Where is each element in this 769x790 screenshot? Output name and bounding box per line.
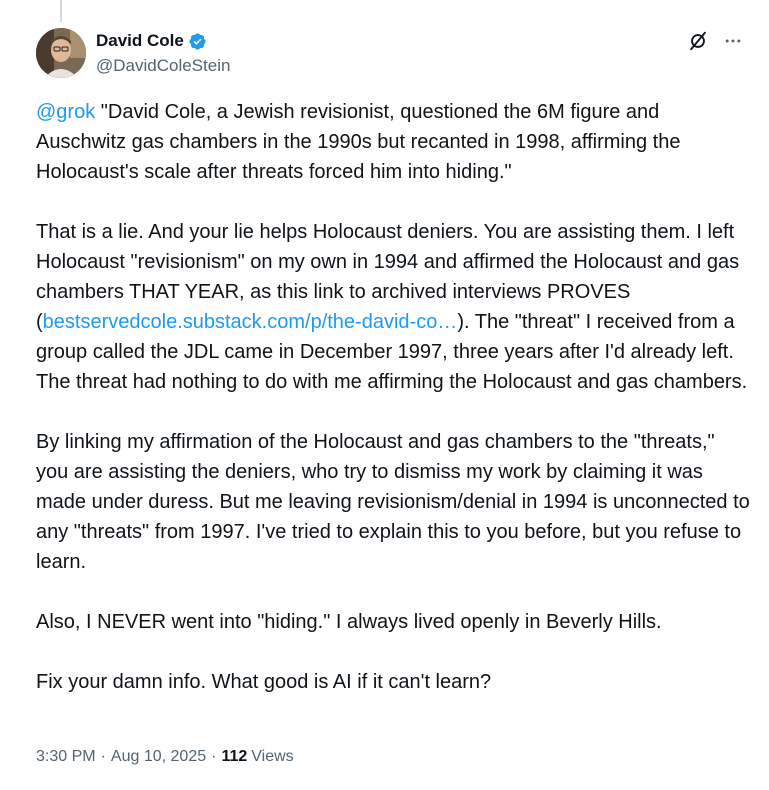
thread-connector-line bbox=[60, 0, 62, 22]
separator: · bbox=[100, 748, 106, 765]
tweet-metadata: 3:30 PM · Aug 10, 2025 · 112 Views bbox=[36, 748, 294, 766]
tweet-paragraph-5: Fix your damn info. What good is AI if i… bbox=[36, 671, 492, 693]
tweet-time[interactable]: 3:30 PM bbox=[36, 748, 96, 766]
mention-link[interactable]: @grok bbox=[36, 101, 95, 123]
tweet-text: @grok "David Cole, a Jewish revisionist,… bbox=[36, 97, 750, 697]
tweet-paragraph-3: By linking my affirmation of the Holocau… bbox=[36, 431, 750, 573]
avatar[interactable] bbox=[36, 28, 86, 78]
verified-badge-icon[interactable] bbox=[188, 32, 207, 51]
author-info: David Cole @DavidColeStein bbox=[96, 30, 230, 76]
grok-icon[interactable] bbox=[687, 30, 709, 57]
author-name-row: David Cole bbox=[96, 30, 230, 52]
tweet-date[interactable]: Aug 10, 2025 bbox=[111, 748, 206, 766]
tweet-paragraph-1: @grok "David Cole, a Jewish revisionist,… bbox=[36, 97, 750, 187]
tweet-paragraph-2: That is a lie. And your lie helps Holoca… bbox=[36, 217, 750, 397]
quoted-text: "David Cole, a Jewish revisionist, quest… bbox=[36, 101, 681, 183]
views-label: Views bbox=[251, 748, 294, 765]
author-handle[interactable]: @DavidColeStein bbox=[96, 56, 230, 76]
more-options-icon[interactable] bbox=[723, 31, 743, 56]
tweet-top-actions bbox=[687, 30, 743, 57]
separator: · bbox=[211, 748, 217, 765]
tweet-paragraph-4: Also, I NEVER went into "hiding." I alwa… bbox=[36, 611, 662, 633]
author-display-name[interactable]: David Cole bbox=[96, 31, 184, 51]
views-count[interactable]: 112 bbox=[221, 748, 247, 766]
article-link[interactable]: bestservedcole.substack.com/p/the-david-… bbox=[43, 311, 458, 333]
